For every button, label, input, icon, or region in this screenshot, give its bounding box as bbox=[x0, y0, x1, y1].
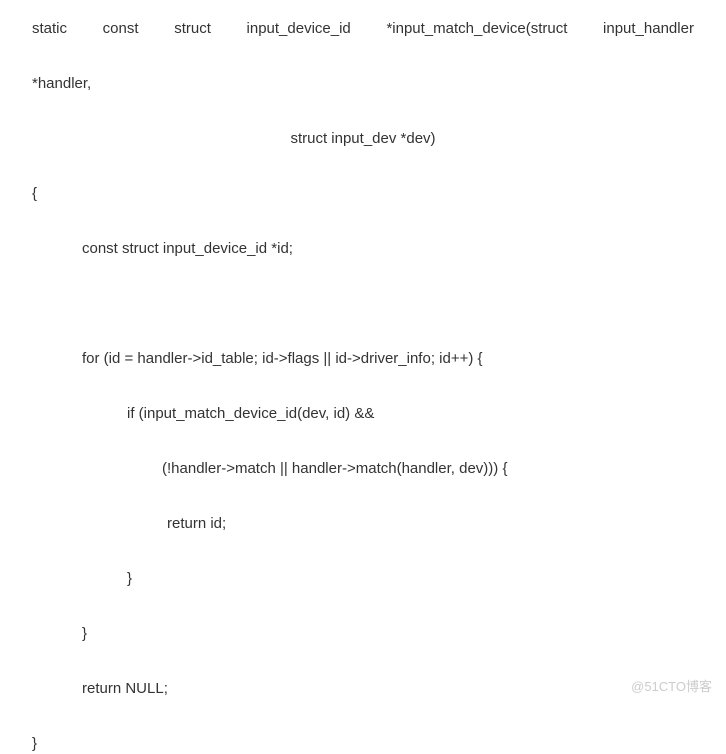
token: struct bbox=[174, 18, 211, 39]
token: *input_match_device(struct bbox=[386, 18, 567, 39]
code-line: } bbox=[32, 623, 694, 644]
token: input_handler bbox=[603, 18, 694, 39]
code-line: (!handler->match || handler->match(handl… bbox=[32, 458, 694, 479]
token: static bbox=[32, 18, 67, 39]
code-line: } bbox=[32, 568, 694, 589]
code-line: static const struct input_device_id *inp… bbox=[32, 18, 694, 39]
code-block: static const struct input_device_id *inp… bbox=[32, 18, 694, 754]
code-line: struct input_dev *dev) bbox=[32, 128, 694, 149]
code-line: return id; bbox=[32, 513, 694, 534]
code-line: return NULL; bbox=[32, 678, 694, 699]
code-line: const struct input_device_id *id; bbox=[32, 238, 694, 259]
code-line: for (id = handler->id_table; id->flags |… bbox=[32, 348, 694, 369]
code-line: if (input_match_device_id(dev, id) && bbox=[32, 403, 694, 424]
code-line: *handler, bbox=[32, 73, 694, 94]
token: input_device_id bbox=[247, 18, 351, 39]
code-line: } bbox=[32, 733, 694, 754]
token: const bbox=[103, 18, 139, 39]
watermark-text: @51CTO博客 bbox=[631, 676, 712, 695]
code-line: { bbox=[32, 183, 694, 204]
blank-line bbox=[32, 293, 694, 314]
